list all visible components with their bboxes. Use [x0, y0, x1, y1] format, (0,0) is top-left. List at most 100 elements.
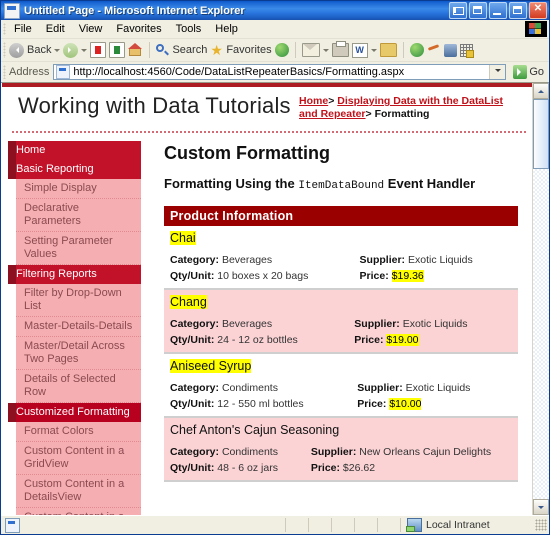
maximize-button[interactable]: [509, 2, 527, 19]
back-dropdown-icon[interactable]: [54, 48, 61, 55]
menu-item-favorites[interactable]: Favorites: [109, 22, 168, 36]
value-category: Condiments: [221, 446, 278, 458]
resize-grip[interactable]: [535, 519, 547, 531]
menu-item-file[interactable]: File: [7, 22, 39, 36]
window-title: Untitled Page - Microsoft Internet Explo…: [24, 4, 245, 17]
mail-dropdown-icon[interactable]: [322, 48, 329, 55]
restore-left-button[interactable]: [449, 2, 467, 19]
scroll-up-button[interactable]: [533, 83, 549, 99]
product-name: Aniseed Syrup: [170, 359, 512, 374]
vertical-scrollbar[interactable]: [532, 83, 549, 515]
browser-toolbar: Back Search ★ Favorites W: [1, 39, 549, 62]
sidebar-item-filtering-reports[interactable]: Filtering Reports: [8, 265, 141, 284]
product-price: Price: $19.36: [348, 270, 512, 283]
main-content: Custom Formatting Formatting Using the I…: [156, 133, 532, 515]
menu-item-edit[interactable]: Edit: [39, 22, 72, 36]
sidebar-nav: Home Basic Reporting Simple Display Decl…: [2, 133, 156, 515]
product-category: Category: Condiments: [170, 382, 345, 395]
value-price: $19.00: [386, 334, 419, 346]
security-zone-label: Local Intranet: [426, 519, 490, 531]
product-supplier: Supplier: New Orleans Cajun Delights: [299, 446, 512, 459]
grid-icon[interactable]: [459, 43, 474, 58]
product-name: Chang: [170, 295, 512, 310]
go-button[interactable]: Go: [510, 65, 547, 79]
edit-word-icon: W: [351, 42, 368, 58]
highlight-icon[interactable]: [443, 43, 457, 57]
print-icon[interactable]: [331, 41, 349, 57]
media-icon[interactable]: [274, 43, 289, 57]
research-icon[interactable]: [427, 44, 441, 57]
sidebar-item-details-of-selected-row[interactable]: Details of Selected Row: [16, 370, 141, 403]
back-label: Back: [27, 44, 52, 56]
sidebar-item-simple-display[interactable]: Simple Display: [16, 179, 141, 199]
menu-item-help[interactable]: Help: [208, 22, 245, 36]
edit-dropdown-icon[interactable]: [370, 48, 377, 55]
breadcrumb-separator-1: >: [328, 95, 335, 107]
value-category: Condiments: [221, 382, 278, 394]
product-name-text: Chang: [170, 295, 207, 309]
sidebar-item-format-colors[interactable]: Format Colors: [16, 422, 141, 442]
forward-button[interactable]: [63, 42, 88, 58]
close-button[interactable]: ✕: [529, 2, 547, 19]
sidebar-item-custom-content-gridview[interactable]: Custom Content in a GridView: [16, 442, 141, 475]
site-title: Working with Data Tutorials: [18, 93, 291, 118]
status-cell-5: [378, 518, 401, 532]
forward-dropdown-icon[interactable]: [81, 48, 88, 55]
messenger-icon[interactable]: [409, 43, 424, 57]
restore-group-button[interactable]: [469, 2, 487, 19]
go-arrow-icon: [513, 65, 528, 79]
product-category: Category: Beverages: [170, 318, 342, 331]
label-qty: Qty/Unit:: [170, 270, 215, 282]
address-input[interactable]: http://localhost:4560/Code/DataListRepea…: [53, 64, 507, 80]
title-bar: Untitled Page - Microsoft Internet Explo…: [1, 1, 549, 20]
security-zone[interactable]: Local Intranet: [401, 518, 535, 532]
product-price: Price: $19.00: [342, 334, 512, 347]
chevron-down-icon: [494, 69, 501, 75]
label-price: Price:: [310, 462, 340, 474]
favorites-button[interactable]: ★ Favorites: [210, 43, 271, 57]
subtitle-text-after: Event Handler: [387, 176, 476, 191]
discuss-icon[interactable]: [379, 43, 397, 57]
address-dropdown-button[interactable]: [489, 65, 506, 79]
scrollbar-thumb[interactable]: [533, 99, 549, 169]
sidebar-item-declarative-parameters[interactable]: Declarative Parameters: [16, 199, 141, 232]
label-price: Price:: [354, 334, 384, 346]
mail-button[interactable]: [301, 43, 329, 57]
stop-icon[interactable]: [90, 42, 107, 58]
sidebar-item-custom-content-partial[interactable]: Custom Content in a: [16, 508, 141, 515]
product-item: Aniseed Syrup Category: Condiments Suppl…: [164, 354, 518, 418]
web-page: Working with Data Tutorials Home> Displa…: [2, 83, 532, 515]
back-button[interactable]: Back: [9, 42, 61, 58]
toolbar-divider-3: [402, 42, 404, 58]
product-item: Chai Category: Beverages Supplier: Exoti…: [164, 226, 518, 290]
menu-item-view[interactable]: View: [72, 22, 110, 36]
sidebar-item-customized-formatting[interactable]: Customized Formatting: [8, 403, 141, 422]
ie-page-icon: [4, 2, 20, 19]
mail-icon: [301, 43, 320, 57]
sidebar-item-basic-reporting[interactable]: Basic Reporting: [8, 160, 141, 179]
toolbar-divider-2: [294, 42, 296, 58]
product-name-text: Chai: [170, 231, 196, 245]
menu-item-tools[interactable]: Tools: [169, 22, 209, 36]
scrollbar-track[interactable]: [533, 169, 549, 499]
home-icon[interactable]: [128, 43, 143, 57]
sidebar-item-filter-by-drop-down-list[interactable]: Filter by Drop-Down List: [16, 284, 141, 317]
edit-button[interactable]: W: [351, 42, 377, 58]
sidebar-item-setting-parameter-values[interactable]: Setting Parameter Values: [16, 232, 141, 265]
local-intranet-icon: [406, 518, 422, 532]
browser-window: Untitled Page - Microsoft Internet Explo…: [0, 0, 550, 535]
page-icon: [56, 65, 71, 79]
sidebar-item-master-details-details[interactable]: Master-Details-Details: [16, 317, 141, 337]
minimize-button[interactable]: [489, 2, 507, 19]
refresh-icon[interactable]: [109, 42, 126, 58]
address-url-text: http://localhost:4560/Code/DataListRepea…: [73, 66, 405, 78]
sidebar-item-master-detail-across-two-pages[interactable]: Master/Detail Across Two Pages: [16, 337, 141, 370]
sidebar-item-custom-content-detailsview[interactable]: Custom Content in a DetailsView: [16, 475, 141, 508]
value-category: Beverages: [221, 254, 273, 266]
search-button[interactable]: Search: [156, 43, 207, 57]
breadcrumb-link-home[interactable]: Home: [299, 95, 328, 107]
product-name: Chef Anton's Cajun Seasoning: [170, 423, 512, 438]
scroll-down-button[interactable]: [533, 499, 549, 515]
value-qty: 12 - 550 ml bottles: [217, 398, 304, 410]
sidebar-item-home[interactable]: Home: [8, 141, 141, 160]
